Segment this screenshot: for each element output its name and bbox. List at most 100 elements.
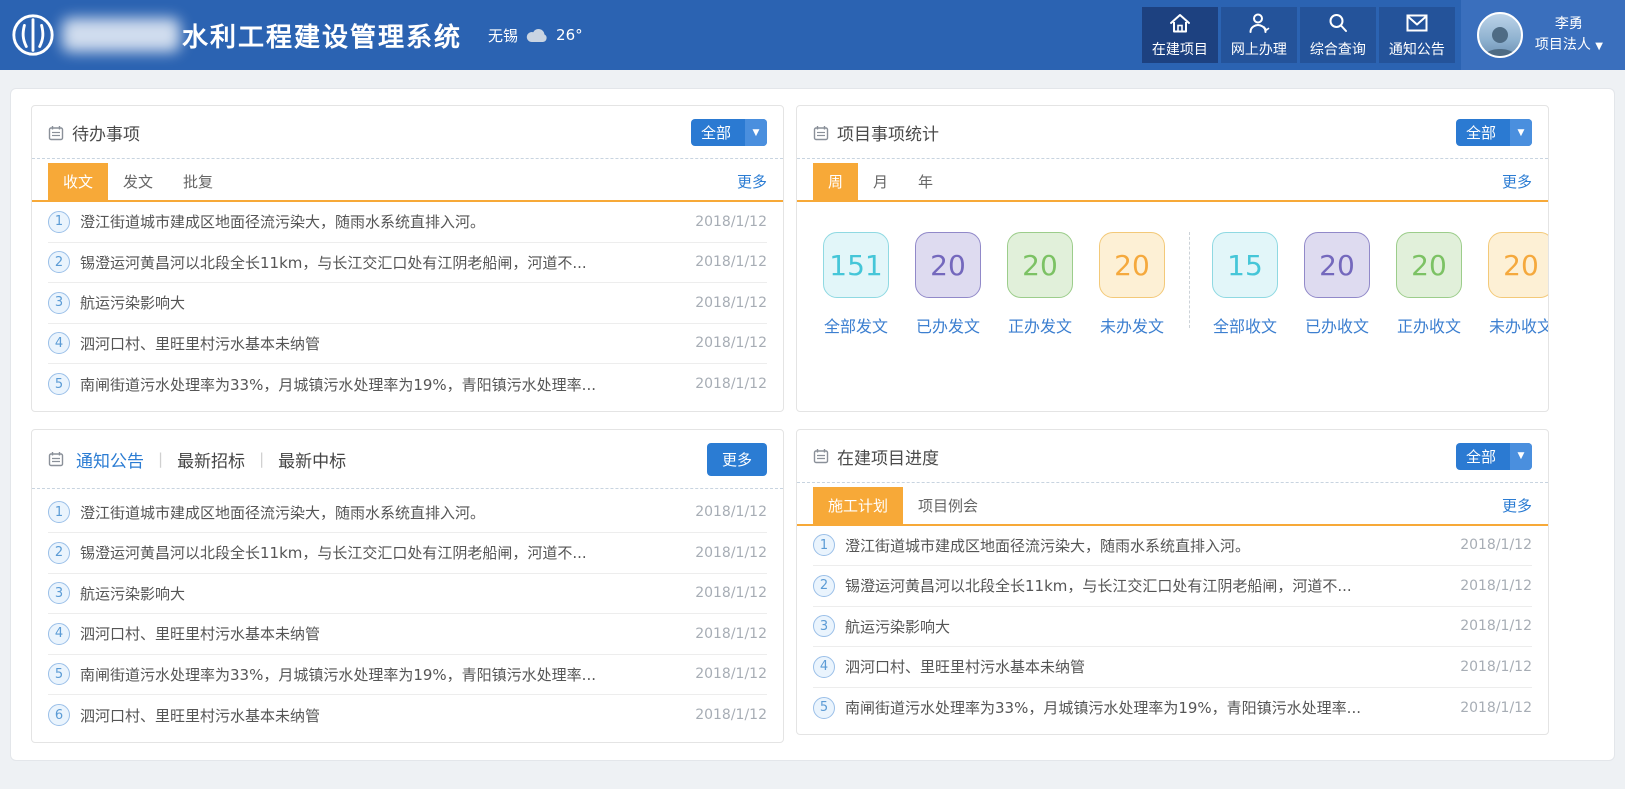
item-date: 2018/1/12: [695, 626, 767, 642]
item-number: 1: [48, 501, 70, 523]
notice-list: 1澄江街道城市建成区地面径流污染大，随雨水系统直排入河。2018/1/122锡澄…: [32, 489, 783, 742]
filter-dropdown[interactable]: 全部 ▼: [1456, 443, 1532, 470]
nav-label: 综合查询: [1310, 39, 1366, 59]
item-date: 2018/1/12: [695, 504, 767, 520]
more-link[interactable]: 更多: [737, 171, 767, 192]
item-date: 2018/1/12: [695, 545, 767, 561]
nav-item[interactable]: 通知公告: [1379, 7, 1455, 63]
item-number: 6: [48, 704, 70, 726]
avatar: [1477, 12, 1523, 58]
list-item[interactable]: 4泗河口村、里旺里村污水基本未纳管2018/1/12: [48, 324, 767, 365]
stat-card[interactable]: 20正办发文: [1007, 232, 1073, 337]
list-item[interactable]: 2锡澄运河黄昌河以北段全长11km，与长江交汇口处有江阴老船闸，河道不...20…: [48, 533, 767, 574]
panel-stats: 项目事项统计 全部 ▼ 周月年 更多 151全部发文20已办发文20正办发文20…: [796, 105, 1549, 412]
stat-card[interactable]: 15全部收文: [1212, 232, 1278, 337]
item-date: 2018/1/12: [695, 295, 767, 311]
todo-list: 1澄江街道城市建成区地面径流污染大，随雨水系统直排入河。2018/1/122锡澄…: [32, 202, 783, 411]
weather-widget: 无锡 26°: [488, 25, 583, 46]
panel-progress: 在建项目进度 全部 ▼ 施工计划项目例会 更多 1澄江街道城市建成区地面径流污染…: [796, 429, 1549, 736]
stat-card[interactable]: 151全部发文: [823, 232, 889, 337]
stat-card[interactable]: 20已办收文: [1304, 232, 1370, 337]
list-item[interactable]: 2锡澄运河黄昌河以北段全长11km，与长江交汇口处有江阴老船闸，河道不...20…: [48, 243, 767, 284]
notice-tab[interactable]: 最新招标: [177, 447, 245, 472]
panel-todo-title: 待办事项: [48, 120, 140, 145]
tab[interactable]: 批复: [168, 163, 228, 200]
chevron-down-icon: ▼: [1510, 443, 1532, 470]
notice-tab[interactable]: 通知公告: [76, 447, 144, 472]
panel-grid: 待办事项 全部 ▼ 收文发文批复 更多 1澄江街道城市建成区地面径流污染大，随雨…: [31, 105, 1594, 743]
list-item[interactable]: 5南闸街道污水处理率为33%，月城镇污水处理率为19%，青阳镇污水处理率...2…: [48, 655, 767, 696]
list-item[interactable]: 1澄江街道城市建成区地面径流污染大，随雨水系统直排入河。2018/1/12: [813, 526, 1532, 567]
panel-todo-header: 待办事项 全部 ▼: [32, 106, 783, 159]
tab[interactable]: 年: [903, 163, 948, 200]
stat-card[interactable]: 20未办收文: [1488, 232, 1549, 337]
item-date: 2018/1/12: [695, 376, 767, 392]
notice-title-tabs: 通知公告 | 最新招标 | 最新中标: [76, 447, 346, 472]
stat-label: 正办发文: [1008, 313, 1072, 337]
more-link[interactable]: 更多: [1502, 495, 1532, 516]
page-title: 水利工程建设管理系统: [182, 17, 462, 54]
chevron-down-icon: ▼: [1510, 119, 1532, 146]
list-item[interactable]: 2锡澄运河黄昌河以北段全长11km，与长江交汇口处有江阴老船闸，河道不...20…: [813, 566, 1532, 607]
nav-item[interactable]: 综合查询: [1300, 7, 1376, 63]
filter-dropdown[interactable]: 全部 ▼: [1456, 119, 1532, 146]
tab[interactable]: 发文: [108, 163, 168, 200]
calendar-icon: [813, 125, 829, 141]
panel-notice: 通知公告 | 最新招标 | 最新中标 更多 1澄江街道城市建成区地面径流污染大，随雨水系…: [31, 429, 784, 743]
item-number: 2: [48, 542, 70, 564]
user-menu[interactable]: 李勇 项目法人 ▼: [1461, 0, 1625, 70]
item-text: 澄江街道城市建成区地面径流污染大，随雨水系统直排入河。: [80, 211, 681, 232]
more-button[interactable]: 更多: [707, 443, 767, 476]
chevron-down-icon: ▼: [1595, 41, 1603, 52]
nav-item[interactable]: 在建项目: [1142, 7, 1218, 63]
list-item[interactable]: 5南闸街道污水处理率为33%，月城镇污水处理率为19%，青阳镇污水处理率...2…: [48, 364, 767, 405]
item-date: 2018/1/12: [1460, 578, 1532, 594]
title-separator: |: [158, 450, 163, 468]
nav-label: 在建项目: [1152, 39, 1208, 59]
stat-value: 20: [915, 232, 981, 298]
item-number: 2: [813, 575, 835, 597]
tab[interactable]: 月: [858, 163, 903, 200]
calendar-icon: [48, 125, 64, 141]
user-name: 李勇: [1535, 14, 1603, 35]
list-item[interactable]: 3航运污染影响大2018/1/12: [48, 283, 767, 324]
item-number: 5: [48, 663, 70, 685]
item-date: 2018/1/12: [695, 254, 767, 270]
nav-item[interactable]: 网上办理: [1221, 7, 1297, 63]
weather-city: 无锡: [488, 25, 518, 46]
progress-list: 1澄江街道城市建成区地面径流污染大，随雨水系统直排入河。2018/1/122锡澄…: [797, 526, 1548, 735]
list-item[interactable]: 1澄江街道城市建成区地面径流污染大，随雨水系统直排入河。2018/1/12: [48, 202, 767, 243]
app-logo-icon: [10, 12, 56, 58]
stat-card[interactable]: 20正办收文: [1396, 232, 1462, 337]
item-date: 2018/1/12: [1460, 618, 1532, 634]
tab[interactable]: 周: [813, 163, 858, 200]
cloud-icon: [526, 27, 548, 43]
filter-dropdown[interactable]: 全部 ▼: [691, 119, 767, 146]
more-link[interactable]: 更多: [1502, 171, 1532, 192]
tab[interactable]: 收文: [48, 163, 108, 200]
item-text: 航运污染影响大: [80, 292, 681, 313]
list-item[interactable]: 6泗河口村、里旺里村污水基本未纳管2018/1/12: [48, 695, 767, 736]
title-separator: |: [259, 450, 264, 468]
list-item[interactable]: 4泗河口村、里旺里村污水基本未纳管2018/1/12: [813, 647, 1532, 688]
item-date: 2018/1/12: [1460, 659, 1532, 675]
person-icon: [1247, 12, 1271, 34]
main-container: 待办事项 全部 ▼ 收文发文批复 更多 1澄江街道城市建成区地面径流污染大，随雨…: [10, 88, 1615, 761]
stats-tab-row: 周月年 更多: [797, 163, 1548, 202]
list-item[interactable]: 3航运污染影响大2018/1/12: [48, 574, 767, 615]
list-item[interactable]: 3航运污染影响大2018/1/12: [813, 607, 1532, 648]
item-number: 3: [48, 582, 70, 604]
item-text: 南闸街道污水处理率为33%，月城镇污水处理率为19%，青阳镇污水处理率...: [845, 697, 1446, 718]
tab[interactable]: 项目例会: [903, 487, 993, 524]
panel-notice-title: 通知公告 | 最新招标 | 最新中标: [48, 447, 346, 472]
tab[interactable]: 施工计划: [813, 487, 903, 524]
vertical-divider: [1189, 232, 1190, 328]
stat-card[interactable]: 20未办发文: [1099, 232, 1165, 337]
list-item[interactable]: 4泗河口村、里旺里村污水基本未纳管2018/1/12: [48, 614, 767, 655]
stat-card[interactable]: 20已办发文: [915, 232, 981, 337]
notice-tab[interactable]: 最新中标: [278, 447, 346, 472]
list-item[interactable]: 5南闸街道污水处理率为33%，月城镇污水处理率为19%，青阳镇污水处理率...2…: [813, 688, 1532, 729]
stat-value: 20: [1396, 232, 1462, 298]
home-icon: [1168, 12, 1192, 34]
list-item[interactable]: 1澄江街道城市建成区地面径流污染大，随雨水系统直排入河。2018/1/12: [48, 493, 767, 534]
